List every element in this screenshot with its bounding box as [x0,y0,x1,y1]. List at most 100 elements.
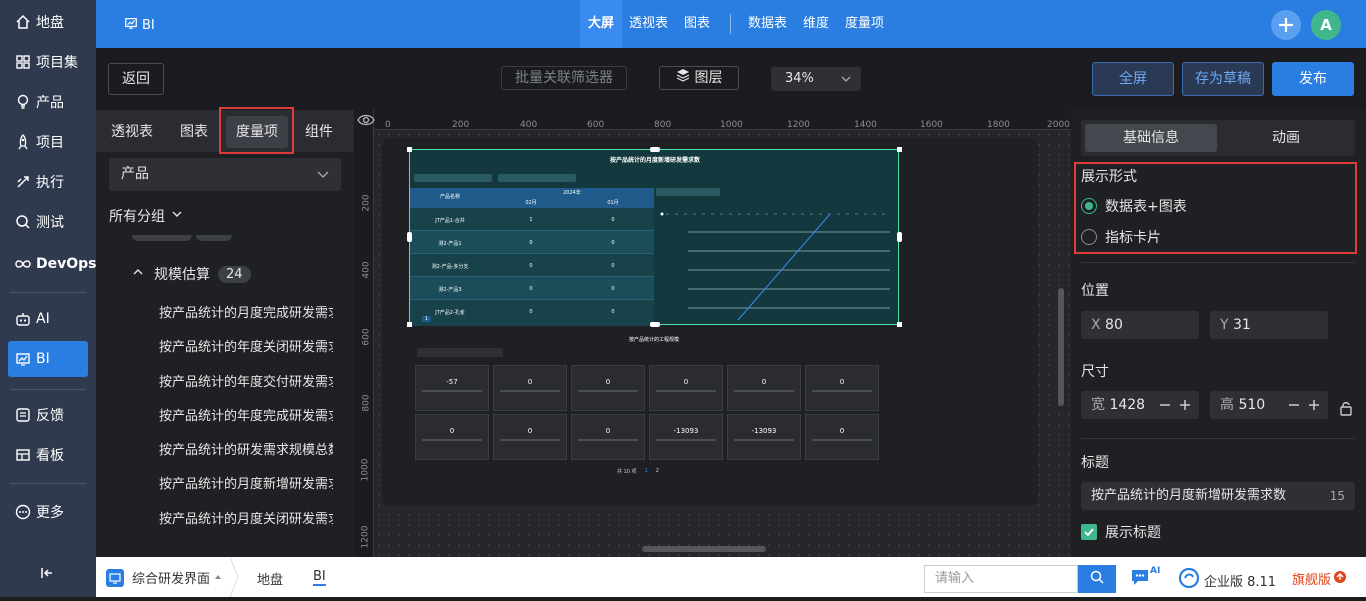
nav-divider [10,292,86,293]
add-button[interactable] [1271,10,1301,40]
table-cell: 测2-产品-多分支 [431,264,469,270]
metric-item[interactable]: 按产品统计的月度新增研发需求规模 [159,468,333,502]
search-button[interactable] [1078,565,1116,593]
breadcrumb-dashboard[interactable]: 地盘 [257,569,283,588]
nav-item-execution[interactable]: 执行 [0,164,96,200]
tab-basic-info[interactable]: 基础信息 [1085,124,1217,152]
radio-unchecked-icon [1081,229,1097,245]
ruler-label: 800 [654,120,672,130]
nav-item-dashboard[interactable]: 地盘 [0,4,96,40]
lock-icon[interactable] [1339,400,1353,420]
workspace-switcher[interactable]: 综合研发界面 [106,568,222,587]
design-canvas[interactable]: 0 200 400 600 800 1000 1200 1400 1600 18… [354,110,1071,557]
title-input[interactable]: 按产品统计的月度新增研发需求数 15 [1081,482,1355,510]
chart-filter[interactable] [498,174,576,182]
chart-filter[interactable] [656,188,720,196]
workspace-name: 综合研发界面 [132,572,211,587]
nav-item-project[interactable]: 项目 [0,124,96,160]
tab-components[interactable]: 组件 [296,116,342,148]
tab-charts[interactable]: 图表 [170,116,218,148]
vertical-scrollbar[interactable] [1058,288,1064,406]
resize-handle[interactable] [407,232,412,242]
nav-item-product[interactable]: 产品 [0,84,96,120]
resize-handle[interactable] [650,147,660,152]
tab-pivot[interactable]: 透视表 [629,0,668,48]
search-input[interactable]: 请输入 [924,565,1078,593]
chart-filter[interactable] [414,174,492,182]
chart-component-selected[interactable]: 按产品统计的月度新增研发需求数 产品名称 2024年 02月 01月 JT产品1… [407,147,902,327]
ai-chat-icon[interactable] [1130,567,1152,591]
pager-page[interactable]: 2 [656,468,659,475]
metric-item[interactable]: 按产品统计的年度关闭研发需求规模 [159,331,333,365]
resize-handle[interactable] [650,322,660,327]
line-chart [660,212,890,321]
resize-handle[interactable] [897,147,902,152]
tab-metric[interactable]: 度量项 [845,0,884,48]
collapse-icon[interactable] [40,567,54,583]
save-draft-button[interactable]: 存为草稿 [1182,62,1264,96]
resize-handle[interactable] [897,322,902,327]
edition-info[interactable]: 企业版 8.11 [1178,567,1276,592]
plus-icon[interactable] [1179,391,1191,429]
show-title-checkbox[interactable]: 展示标题 [1081,522,1161,542]
nav-item-more[interactable]: 更多 [0,494,96,530]
horizontal-scrollbar[interactable] [642,546,766,552]
tab-chart[interactable]: 图表 [684,0,710,48]
metric-item[interactable]: 按产品统计的月度关闭研发需求规模 [159,503,333,537]
nav-label: 测试 [36,215,64,231]
chevron-down-icon [171,208,183,224]
tab-datatable[interactable]: 数据表 [748,0,787,48]
metric-item[interactable]: 按产品统计的月度完成研发需求规模 [159,297,333,331]
metric-item[interactable]: 按产品统计的年度完成研发需求规模 [159,400,333,434]
table-row: 测2-产品3 0 0 [410,277,654,300]
group-scale-estimation[interactable]: 规模估算 24 [132,264,251,284]
eye-icon[interactable] [357,113,375,131]
nav-item-test[interactable]: 测试 [0,204,96,240]
tab-pivot-table[interactable]: 透视表 [104,116,160,148]
metric-card: -57 [415,365,489,411]
fullscreen-button[interactable]: 全屏 [1092,62,1174,96]
height-field[interactable]: 高 510 [1210,391,1328,419]
nav-item-ai[interactable]: AI [0,301,96,337]
radio-option-table-chart[interactable]: 数据表+图表 [1081,196,1187,216]
tab-screen[interactable]: 大屏 [580,0,623,48]
minus-icon[interactable] [1159,391,1171,429]
metric-card-value: 0 [839,427,845,435]
layers-button[interactable]: 图层 [659,66,739,90]
table-pager[interactable]: 1 [422,316,432,322]
divider [1081,262,1355,263]
flagship-label: 旗舰版 [1292,573,1332,588]
resize-handle[interactable] [407,322,412,327]
all-groups-toggle[interactable]: 所有分组 [109,206,183,226]
breadcrumb-bi[interactable]: BI [313,569,326,586]
tab-animation[interactable]: 动画 [1221,124,1351,152]
publish-button[interactable]: 发布 [1272,62,1354,96]
ruler-label: 200 [452,120,470,130]
width-field[interactable]: 宽 1428 [1081,391,1199,419]
plus-icon[interactable] [1308,391,1320,429]
metric-card-value: -13093 [673,427,699,435]
product-select[interactable]: 产品 [109,158,341,191]
back-button[interactable]: 返回 [108,63,164,95]
resize-handle[interactable] [897,232,902,242]
nav-item-bi[interactable]: BI [8,341,88,377]
batch-filter-button[interactable]: 批量关联筛选器 [501,66,627,90]
minus-icon[interactable] [1288,391,1300,429]
resize-handle[interactable] [407,147,412,152]
chart-filter[interactable] [417,348,503,357]
tab-dimension[interactable]: 维度 [803,0,829,48]
nav-item-devops[interactable]: DevOps [0,246,97,282]
chart-component[interactable]: 按产品统计的工程规模 -57 0 0 0 0 0 0 0 0 -13093 -1… [409,334,899,484]
radio-option-metric-card[interactable]: 指标卡片 [1081,227,1161,247]
nav-item-feedback[interactable]: 反馈 [0,397,96,433]
avatar[interactable]: A [1311,10,1341,40]
nav-item-program[interactable]: 项目集 [0,44,96,80]
pager-page[interactable]: 1 [645,468,648,475]
position-x-field[interactable]: X 80 [1081,311,1199,339]
position-y-field[interactable]: Y 31 [1210,311,1328,339]
metric-item[interactable]: 按产品统计的研发需求规模总数 [159,434,333,468]
zoom-select[interactable]: 34% [771,67,861,91]
flagship-upgrade[interactable]: 旗舰版 [1292,569,1347,588]
nav-item-kanban[interactable]: 看板 [0,437,96,473]
metric-item[interactable]: 按产品统计的年度交付研发需求规模 [159,366,333,400]
